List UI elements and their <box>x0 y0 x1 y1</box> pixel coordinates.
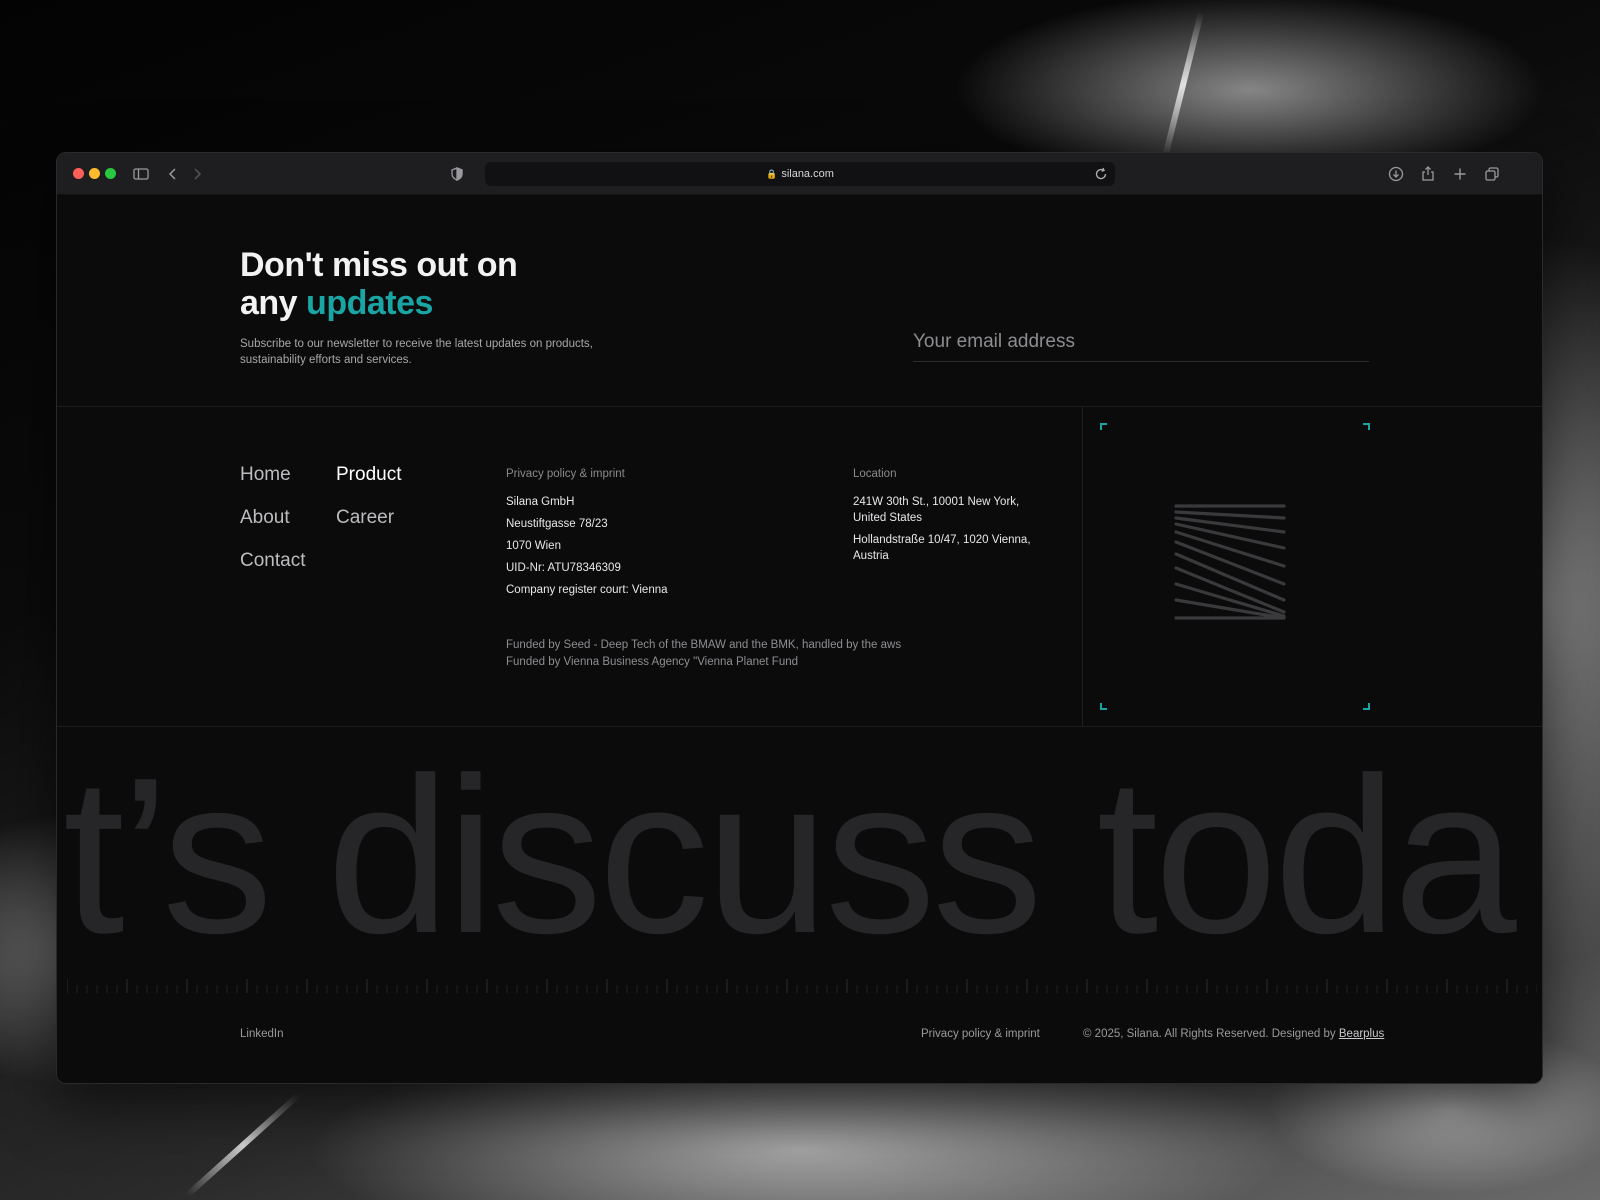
light-streak <box>1161 11 1205 159</box>
ruler-decoration <box>67 979 1537 993</box>
frame-corner <box>1363 423 1370 430</box>
funding-line-2: Funded by Vienna Business Agency "Vienna… <box>506 656 799 668</box>
forward-arrow-icon[interactable] <box>187 164 207 184</box>
lock-icon: 🔒 <box>766 169 778 179</box>
minimize-window-button[interactable] <box>89 168 100 179</box>
maximize-window-button[interactable] <box>105 168 116 179</box>
location-info: Location 241W 30th St., 10001 New York, … <box>853 466 1033 564</box>
nav-link-home[interactable]: Home <box>240 464 291 486</box>
location-vienna: Hollandstraße 10/47, 1020 Vienna, Austri… <box>853 534 1031 562</box>
browser-toolbar: 🔒 silana.com <box>57 153 1542 195</box>
email-field[interactable] <box>913 322 1369 362</box>
copyright-text: © 2025, Silana. All Rights Reserved. Des… <box>1083 1028 1339 1040</box>
browser-window: 🔒 silana.com Don't miss out on any update… <box>56 152 1543 1084</box>
funding-line-1: Funded by Seed - Deep Tech of the BMAW a… <box>506 639 902 651</box>
privacy-imprint-link[interactable]: Privacy policy & imprint <box>921 1028 1040 1040</box>
light-streak <box>185 1092 301 1198</box>
share-icon[interactable] <box>1418 164 1438 184</box>
hero-marquee-text: t’s discuss toda <box>57 756 1542 956</box>
company-uid: UID-Nr: ATU78346309 <box>506 562 621 574</box>
address-bar[interactable]: 🔒 silana.com <box>485 162 1115 186</box>
designer-link[interactable]: Bearplus <box>1339 1028 1384 1040</box>
new-tab-icon[interactable] <box>1450 164 1470 184</box>
company-court: Company register court: Vienna <box>506 584 668 596</box>
silana-logo-icon <box>1172 502 1288 622</box>
privacy-imprint-heading[interactable]: Privacy policy & imprint <box>506 466 668 482</box>
reload-icon[interactable] <box>1093 166 1109 182</box>
sidebar-toggle-icon[interactable] <box>131 164 151 184</box>
company-name: Silana GmbH <box>506 496 575 508</box>
newsletter-title-accent: updates <box>306 284 433 322</box>
newsletter-description: Subscribe to our newsletter to receive t… <box>240 338 593 366</box>
hero-marquee-label: t’s discuss toda <box>63 756 1517 956</box>
footer-bottom-bar: LinkedIn Privacy policy & imprint © 2025… <box>57 1028 1542 1048</box>
linkedin-link[interactable]: LinkedIn <box>240 1028 283 1040</box>
nav-link-product[interactable]: Product <box>336 464 401 486</box>
footer-main: Home Product About Career Contact Privac… <box>57 407 1542 727</box>
location-new-york: 241W 30th St., 10001 New York, United St… <box>853 496 1020 524</box>
copyright-notice: © 2025, Silana. All Rights Reserved. Des… <box>1083 1028 1384 1040</box>
frame-corner <box>1363 703 1370 710</box>
company-info: Privacy policy & imprint Silana GmbH Neu… <box>506 466 668 598</box>
back-arrow-icon[interactable] <box>163 164 183 184</box>
funding-notes: Funded by Seed - Deep Tech of the BMAW a… <box>506 637 901 671</box>
frame-corner <box>1100 423 1107 430</box>
location-heading: Location <box>853 468 897 480</box>
ruler-ticks <box>67 979 1537 993</box>
newsletter-title-prefix: any <box>240 284 307 322</box>
newsletter-section: Don't miss out on any updates Subscribe … <box>57 196 1542 407</box>
tab-overview-icon[interactable] <box>1482 164 1502 184</box>
company-city: 1070 Wien <box>506 540 561 552</box>
logo-panel <box>1082 407 1542 727</box>
close-window-button[interactable] <box>73 168 84 179</box>
nav-link-career[interactable]: Career <box>336 507 394 529</box>
newsletter-title-line1: Don't miss out on <box>240 246 518 284</box>
download-icon[interactable] <box>1386 164 1406 184</box>
privacy-shield-icon[interactable] <box>447 164 467 184</box>
url-text: silana.com <box>781 168 834 180</box>
company-street: Neustiftgasse 78/23 <box>506 518 608 530</box>
newsletter-title: Don't miss out on any updates <box>240 246 660 322</box>
web-page: Don't miss out on any updates Subscribe … <box>57 196 1542 1083</box>
nav-link-about[interactable]: About <box>240 507 290 529</box>
nav-link-contact[interactable]: Contact <box>240 550 305 572</box>
frame-corner <box>1100 703 1107 710</box>
